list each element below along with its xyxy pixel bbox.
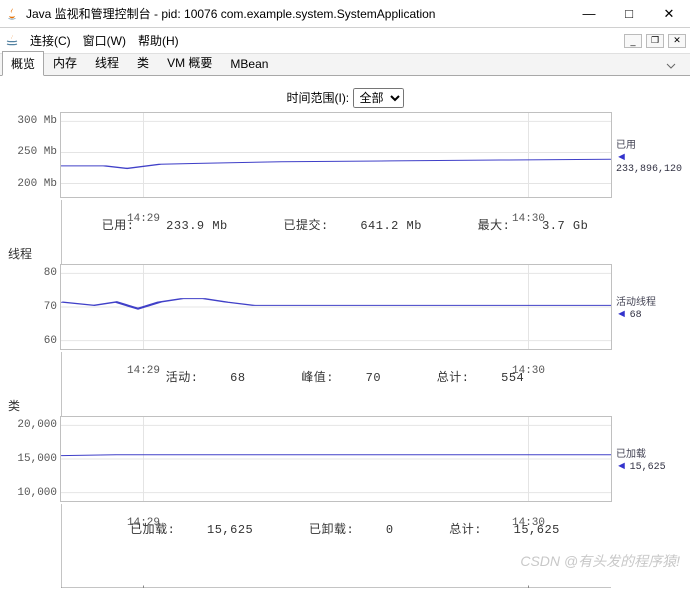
heap-panel: 300 Mb 250 Mb 200 Mb 14:29 14:30 已用 ◄ 23… — [8, 112, 682, 239]
window-controls: — □ ✕ — [576, 5, 682, 23]
maximize-button[interactable]: □ — [616, 5, 642, 23]
threads-panel: 线程 80 70 60 14:29 14:30 活动线程 ◄ 68 — [8, 243, 682, 391]
titlebar: Java 监视和管理控制台 - pid: 10076 com.example.s… — [0, 0, 690, 28]
close-button[interactable]: ✕ — [656, 5, 682, 23]
time-range-label: 时间范围(I): — [286, 91, 349, 105]
time-range-select[interactable]: 全部 — [353, 88, 404, 108]
tab-vm[interactable]: VM 概要 — [158, 50, 221, 75]
connect-icon — [4, 33, 20, 49]
menu-help[interactable]: 帮助(H) — [132, 30, 185, 51]
mdi-close-button[interactable]: ✕ — [668, 34, 686, 48]
tabbar: 概览 内存 线程 类 VM 概要 MBean — [0, 54, 690, 76]
tab-mbean[interactable]: MBean — [221, 53, 277, 75]
heap-chart[interactable]: 300 Mb 250 Mb 200 Mb 14:29 14:30 — [60, 112, 612, 198]
window-title: Java 监视和管理控制台 - pid: 10076 com.example.s… — [26, 5, 576, 22]
heap-legend: 已用 ◄ 233,896,120 — [612, 112, 682, 198]
minimize-button[interactable]: — — [576, 5, 602, 23]
java-icon — [4, 6, 20, 22]
threads-y-axis: 80 70 60 — [9, 265, 59, 349]
menu-window[interactable]: 窗口(W) — [77, 30, 132, 51]
classes-y-axis: 20,000 15,000 10,000 — [9, 417, 59, 501]
tab-memory[interactable]: 内存 — [44, 50, 86, 75]
heap-y-axis: 300 Mb 250 Mb 200 Mb — [9, 113, 59, 197]
threads-legend: 活动线程 ◄ 68 — [612, 264, 682, 350]
mdi-controls: _ ❐ ✕ — [624, 34, 686, 48]
tab-dropdown-icon[interactable] — [662, 59, 680, 73]
time-range-row: 时间范围(I): 全部 — [8, 82, 682, 112]
tab-threads[interactable]: 线程 — [86, 50, 128, 75]
classes-legend: 已加载 ◄ 15,625 — [612, 416, 682, 502]
threads-chart[interactable]: 80 70 60 14:29 14:30 — [60, 264, 612, 350]
classes-chart[interactable]: 20,000 15,000 10,000 14:29 14:30 — [60, 416, 612, 502]
tab-classes[interactable]: 类 — [128, 50, 158, 75]
tab-overview[interactable]: 概览 — [2, 51, 44, 76]
classes-panel: 类 20,000 15,000 10,000 14:29 14:30 已加载 — [8, 395, 682, 543]
menu-connect[interactable]: 连接(C) — [24, 30, 77, 51]
content: 时间范围(I): 全部 300 Mb 250 Mb 200 Mb 14:29 1… — [0, 76, 690, 543]
mdi-restore-button[interactable]: ❐ — [646, 34, 664, 48]
mdi-min-button[interactable]: _ — [624, 34, 642, 48]
